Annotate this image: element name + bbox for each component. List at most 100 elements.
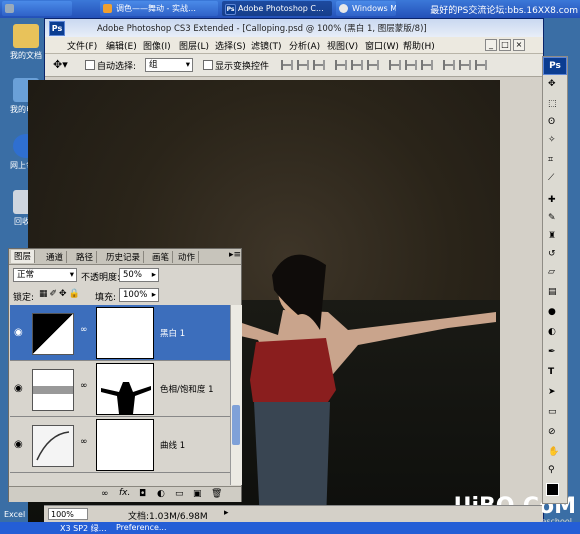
brush-tool-icon[interactable]: ✎ — [548, 213, 562, 226]
status-menu-arrow[interactable]: ▸ — [224, 508, 229, 518]
tab-channels[interactable]: 通道 — [43, 251, 68, 263]
lock-icons[interactable]: ▦✐✥🔒 — [39, 289, 82, 299]
layer-name: 黑白 1 — [160, 329, 186, 339]
zoom-tool-icon[interactable]: ⚲ — [548, 465, 562, 478]
taskbar-item[interactable]: X3 SP2 绿… — [60, 523, 107, 534]
menu-bar: 文件(F) 编辑(E) 图像(I) 图层(L) 选择(S) 滤镜(T) 分析(A… — [45, 37, 543, 54]
scrollbar-thumb[interactable] — [232, 405, 240, 445]
auto-select-value: 组 — [149, 60, 158, 70]
layer-row-curves[interactable]: ◉ ∞ 曲线 1 — [10, 417, 230, 473]
adjustment-hue-sat-thumbnail — [32, 369, 74, 411]
eraser-tool-icon[interactable]: ▱ — [548, 267, 562, 280]
opacity-input[interactable]: 50% ▸ — [119, 268, 159, 282]
taskbar-task-1[interactable] — [2, 1, 72, 16]
layer-mask-thumbnail[interactable] — [96, 419, 154, 471]
blend-mode-value: 正常 — [17, 270, 35, 280]
align-right-icon[interactable] — [367, 60, 379, 70]
taskbar-item[interactable]: Preference... — [116, 523, 167, 532]
distribute-top-icon[interactable] — [389, 60, 401, 70]
layer-row-hue-saturation[interactable]: ◉ ∞ 色相/饱和度 1 — [10, 361, 230, 417]
distribute-hcenter-icon[interactable] — [459, 60, 471, 70]
menu-filter[interactable]: 滤镜(T) — [251, 39, 282, 52]
history-brush-icon[interactable]: ↺ — [548, 249, 562, 262]
eye-icon[interactable]: ◉ — [14, 439, 23, 450]
taskbar-task-tutorial[interactable]: 调色——舞动 - 实战… — [100, 1, 218, 16]
link-icon[interactable]: ∞ — [80, 437, 88, 447]
toolbox: Ps ✥ ⬚ ʘ ✧ ⌗ ⟋ ✚ ✎ ♜ ↺ ▱ ▤ ● ◐ ✒ T ➤ ▭ ⊘… — [542, 56, 568, 504]
window-titlebar[interactable]: Ps Adobe Photoshop CS3 Extended - [Callo… — [45, 19, 543, 37]
distribute-right-icon[interactable] — [475, 60, 487, 70]
menu-file[interactable]: 文件(F) — [67, 39, 97, 52]
shape-tool-icon[interactable]: ▭ — [548, 407, 562, 420]
panel-menu-icon[interactable]: ▸≡ — [229, 250, 241, 260]
blend-mode-dropdown[interactable]: 正常 ▾ — [13, 268, 77, 282]
auto-select-checkbox[interactable] — [85, 60, 95, 70]
tab-actions[interactable]: 动作 — [175, 251, 200, 263]
trash-icon[interactable]: 🗑 — [211, 489, 222, 499]
new-group-icon[interactable]: ▭ — [175, 489, 184, 499]
show-transform-checkbox[interactable] — [203, 60, 213, 70]
menu-select[interactable]: 选择(S) — [215, 39, 246, 52]
tab-brushes[interactable]: 画笔 — [149, 251, 174, 263]
eye-icon[interactable]: ◉ — [14, 327, 23, 338]
layer-mask-thumbnail[interactable] — [96, 307, 154, 359]
menu-image[interactable]: 图像(I) — [143, 39, 171, 52]
blur-tool-icon[interactable]: ● — [548, 307, 562, 320]
taskbar-task-photoshop[interactable]: Ps Adobe Photoshop C... — [222, 1, 332, 16]
type-tool-icon[interactable]: T — [548, 367, 562, 380]
hand-tool-icon[interactable]: ✋ — [548, 447, 562, 460]
foreground-color-swatch[interactable] — [546, 483, 559, 496]
path-select-icon[interactable]: ➤ — [548, 387, 562, 400]
align-vcenter-icon[interactable] — [297, 60, 309, 70]
window-close-button[interactable]: × — [513, 39, 525, 51]
fx-icon[interactable]: fx. — [119, 488, 130, 498]
align-left-icon[interactable] — [335, 60, 347, 70]
tab-paths[interactable]: 路径 — [73, 251, 98, 263]
crop-tool-icon[interactable]: ⌗ — [548, 155, 562, 168]
new-adjustment-icon[interactable]: ◐ — [157, 489, 165, 499]
menu-edit[interactable]: 编辑(E) — [106, 39, 137, 52]
lasso-tool-icon[interactable]: ʘ — [548, 117, 562, 130]
auto-select-dropdown[interactable]: 组 ▾ — [145, 58, 193, 72]
tab-history[interactable]: 历史记录 — [103, 251, 145, 263]
link-layers-icon[interactable]: ∞ — [101, 489, 109, 499]
marquee-tool-icon[interactable]: ⬚ — [548, 99, 562, 112]
window-maximize-button[interactable]: □ — [499, 39, 511, 51]
layer-row-black-white[interactable]: ◉ ∞ 黑白 1 — [10, 305, 230, 361]
menu-analysis[interactable]: 分析(A) — [289, 39, 320, 52]
pen-tool-icon[interactable]: ✒ — [548, 347, 562, 360]
slice-tool-icon[interactable]: ⟋ — [548, 173, 562, 186]
align-top-icon[interactable] — [281, 60, 293, 70]
curve-icon — [36, 431, 70, 461]
eyedropper-tool-icon[interactable]: ⊘ — [548, 427, 562, 440]
menu-layer[interactable]: 图层(L) — [179, 39, 209, 52]
menu-window[interactable]: 窗口(W) — [365, 39, 399, 52]
distribute-vcenter-icon[interactable] — [405, 60, 417, 70]
window-minimize-button[interactable]: _ — [485, 39, 497, 51]
zoom-level-field[interactable]: 100% — [48, 508, 88, 520]
distribute-left-icon[interactable] — [443, 60, 455, 70]
link-icon[interactable]: ∞ — [80, 325, 88, 335]
new-layer-icon[interactable]: ▣ — [193, 489, 202, 499]
tab-layers[interactable]: 图层 — [11, 250, 36, 263]
menu-view[interactable]: 视图(V) — [327, 39, 358, 52]
layers-scrollbar[interactable] — [230, 305, 242, 485]
eye-icon[interactable]: ◉ — [14, 383, 23, 394]
gradient-tool-icon[interactable]: ▤ — [548, 287, 562, 300]
show-transform-label: 显示变换控件 — [215, 62, 270, 72]
fill-input[interactable]: 100% ▸ — [119, 288, 159, 302]
layer-mask-thumbnail[interactable] — [96, 363, 154, 415]
link-icon[interactable]: ∞ — [80, 381, 88, 391]
menu-help[interactable]: 帮助(H) — [403, 39, 435, 52]
healing-brush-icon[interactable]: ✚ — [548, 195, 562, 208]
taskbar-task-windows-media[interactable]: Windows M... — [336, 1, 396, 16]
magic-wand-tool-icon[interactable]: ✧ — [548, 135, 562, 148]
move-tool-icon[interactable]: ✥ — [548, 79, 562, 92]
add-mask-icon[interactable]: ◘ — [139, 489, 146, 499]
align-bottom-icon[interactable] — [313, 60, 325, 70]
clone-stamp-icon[interactable]: ♜ — [548, 231, 562, 244]
dodge-tool-icon[interactable]: ◐ — [548, 327, 562, 340]
align-hcenter-icon[interactable] — [351, 60, 363, 70]
move-tool-icon[interactable]: ✥▾ — [53, 58, 68, 71]
distribute-bottom-icon[interactable] — [421, 60, 433, 70]
